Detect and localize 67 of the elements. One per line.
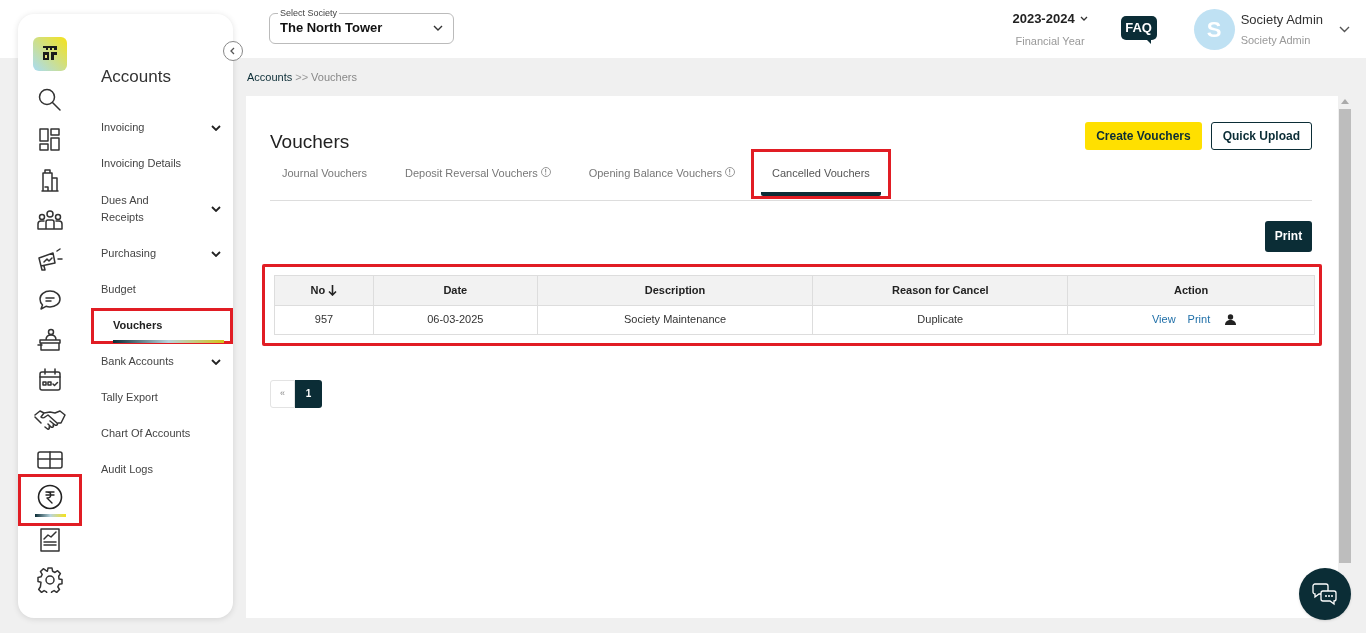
menu-item[interactable]: Invoicing Details [101, 155, 182, 172]
column-header: Reason for Cancel [812, 275, 1068, 305]
chat-icon [1312, 582, 1338, 606]
megaphone-icon[interactable] [36, 248, 64, 272]
user-name: Society Admin [1240, 11, 1323, 29]
page-title: Vouchers [270, 130, 350, 154]
field-label: Select Society [278, 6, 340, 19]
page-button[interactable]: 1 [295, 379, 322, 408]
settings-icon[interactable] [37, 567, 63, 593]
column-header: Date [373, 275, 538, 305]
table-cell: Society Maintenance [537, 305, 813, 334]
chat-icon[interactable] [38, 289, 62, 311]
collapse-button[interactable] [223, 41, 243, 61]
upload-button[interactable]: Quick Upload [1210, 122, 1312, 150]
tab[interactable]: Journal Vouchers [270, 163, 379, 200]
chevron-down-icon[interactable] [211, 124, 221, 131]
sort-down-icon[interactable] [328, 285, 338, 297]
chevron-down-icon[interactable] [211, 205, 221, 212]
year-caption: Financial Year [1015, 33, 1085, 49]
menu-item[interactable]: Tally Export [101, 389, 158, 406]
menu-item[interactable]: Invoicing [101, 119, 145, 136]
menu-item[interactable]: Bank Accounts [101, 353, 174, 370]
column-header[interactable]: No [274, 275, 374, 305]
menu-title: Accounts [100, 66, 172, 88]
action-link[interactable]: Print [1187, 311, 1211, 328]
breadcrumb-current: Vouchers [311, 69, 357, 85]
chevron-down-icon [433, 25, 443, 31]
grid-icon[interactable] [39, 128, 61, 152]
table-cell: Duplicate [812, 305, 1068, 334]
action-link[interactable]: View [1151, 311, 1176, 328]
chevron-down-icon[interactable] [211, 250, 221, 257]
tab[interactable]: Opening Balance Vouchers [576, 163, 747, 200]
menu-item[interactable]: Dues And Receipts [101, 191, 171, 226]
menu-item[interactable]: Budget [101, 281, 136, 298]
search-icon[interactable] [37, 87, 63, 113]
column-header: Action [1067, 275, 1315, 305]
menu-item[interactable]: Chart Of Accounts [101, 425, 191, 442]
user-role: Society Admin [1240, 32, 1312, 48]
calendar-icon[interactable] [38, 368, 62, 392]
select-value: The North Tower [280, 19, 383, 38]
building-icon[interactable] [41, 168, 59, 192]
handshake-icon[interactable] [34, 409, 66, 431]
column-header: Description [537, 275, 813, 305]
chevron-down-icon [1079, 16, 1088, 22]
tab[interactable]: Cancelled Vouchers [761, 163, 881, 196]
create-button[interactable]: Create Vouchers [1085, 122, 1202, 150]
breadcrumb-separator: >> [295, 69, 309, 85]
logo-icon[interactable] [33, 37, 67, 71]
menu-item[interactable]: Audit Logs [101, 461, 153, 478]
print-button[interactable]: Print [1265, 220, 1312, 252]
rupee-icon[interactable] [37, 483, 63, 510]
scrollbar[interactable] [1338, 96, 1352, 564]
menu-item[interactable]: Purchasing [101, 245, 157, 262]
tab[interactable]: Deposit Reversal Vouchers [393, 163, 563, 200]
table-cell: 06-03-2025 [373, 305, 538, 334]
user-icon[interactable] [1225, 314, 1237, 325]
people-icon[interactable] [37, 210, 63, 230]
breadcrumb-link[interactable]: Accounts [247, 68, 293, 86]
report-icon[interactable] [39, 528, 61, 552]
chevron-down-icon[interactable] [1339, 25, 1350, 33]
table-cell: 957 [274, 305, 374, 334]
gift-icon[interactable] [37, 451, 63, 469]
previous-page-button[interactable]: « [270, 379, 295, 408]
reception-icon[interactable] [37, 328, 63, 352]
chevron-down-icon[interactable] [211, 358, 221, 365]
chat-button[interactable] [1299, 568, 1351, 620]
year-select[interactable]: 2023-2024 [1012, 9, 1088, 29]
